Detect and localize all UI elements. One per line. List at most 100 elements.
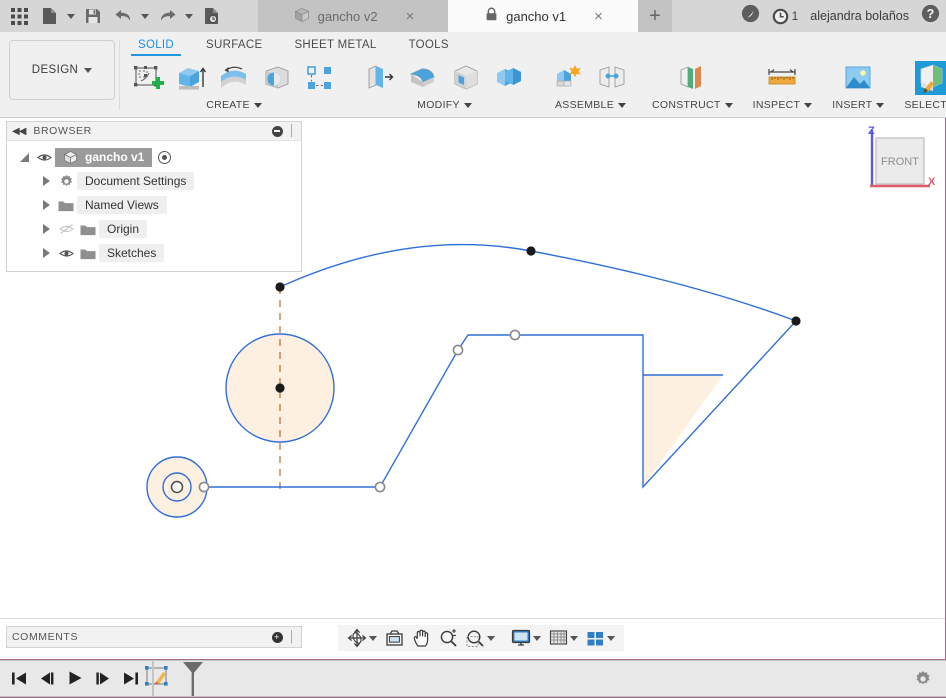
combine-icon[interactable] <box>489 58 529 98</box>
expander-closed-icon[interactable] <box>37 224 55 234</box>
folder-icon <box>77 247 99 260</box>
go-to-beginning-icon[interactable] <box>10 667 28 689</box>
pan-icon[interactable] <box>409 625 434 651</box>
timeline-settings-gear-icon[interactable] <box>914 670 932 693</box>
new-document-icon[interactable] <box>34 0 64 32</box>
chevron-down-icon[interactable] <box>533 635 541 641</box>
ribbon-panel-construct: CONSTRUCT <box>646 56 739 118</box>
timeline-feature-stem <box>152 661 154 698</box>
timeline-playhead[interactable] <box>182 661 204 698</box>
extension-icon[interactable] <box>741 4 760 28</box>
chevron-down-icon[interactable] <box>487 635 495 641</box>
expander-closed-icon[interactable] <box>37 248 55 258</box>
document-tab-gancho-v1[interactable]: gancho v1 × <box>448 0 638 32</box>
sketch-point-open <box>198 481 210 493</box>
select-icon[interactable] <box>912 58 946 98</box>
ribbon-panel-create-label[interactable]: CREATE <box>206 99 262 111</box>
close-icon[interactable]: × <box>406 9 415 24</box>
browser-root-row[interactable]: gancho v1 <box>7 145 301 169</box>
view-cube[interactable]: FRONT Z X <box>862 125 938 198</box>
chevron-down-icon[interactable] <box>369 635 377 641</box>
help-icon[interactable]: ? <box>921 4 940 28</box>
ribbon-panel-modify-label[interactable]: MODIFY <box>417 99 472 111</box>
expander-closed-icon[interactable] <box>37 200 55 210</box>
app-grid-icon[interactable] <box>4 0 34 32</box>
ribbon-panel-inspect-label[interactable]: INSPECT <box>753 99 813 111</box>
step-back-icon[interactable] <box>38 667 56 689</box>
save-icon[interactable] <box>78 0 108 32</box>
eye-icon[interactable] <box>55 248 77 259</box>
workspace-selector[interactable]: DESIGN <box>9 40 115 100</box>
browser-item-sketches[interactable]: Sketches <box>7 241 301 265</box>
browser-root-chip[interactable]: gancho v1 <box>55 147 153 167</box>
chevron-down-icon[interactable] <box>607 635 615 641</box>
chevron-down-icon[interactable] <box>570 635 578 641</box>
redo-caret-icon[interactable] <box>182 0 196 32</box>
revolve-icon[interactable] <box>214 58 254 98</box>
browser-item-document-settings[interactable]: Document Settings <box>7 169 301 193</box>
browser-item-origin[interactable]: Origin <box>7 217 301 241</box>
panel-label-text: CREATE <box>206 99 250 111</box>
sweep-icon[interactable] <box>257 58 297 98</box>
ribbon-tab-tools[interactable]: TOOLS <box>393 35 465 56</box>
create-sketch-icon[interactable] <box>128 58 168 98</box>
orbit-icon[interactable] <box>344 625 380 651</box>
fillet-icon[interactable] <box>403 58 443 98</box>
zoom-icon[interactable] <box>436 625 461 651</box>
joint-icon[interactable] <box>592 58 632 98</box>
new-tab-button[interactable]: + <box>638 0 672 32</box>
step-forward-icon[interactable] <box>94 667 112 689</box>
ribbon-panel-construct-label[interactable]: CONSTRUCT <box>652 99 733 111</box>
resize-grip-icon[interactable]: │ <box>289 125 296 137</box>
add-comment-icon[interactable]: + <box>271 631 283 643</box>
folder-icon <box>55 199 77 212</box>
eye-icon[interactable] <box>33 152 55 163</box>
undo-caret-icon[interactable] <box>138 0 152 32</box>
ribbon-panels: CREATE MODIFY ASSEMBLE CONSTRUCT INSPECT… <box>122 56 946 118</box>
expander-open-icon[interactable] <box>15 152 33 162</box>
measure-icon[interactable] <box>762 58 802 98</box>
comments-panel[interactable]: COMMENTS + │ <box>6 626 302 648</box>
close-icon[interactable]: × <box>594 9 603 24</box>
ribbon-tab-solid[interactable]: SOLID <box>122 35 190 56</box>
insert-image-icon[interactable] <box>838 58 878 98</box>
redo-icon[interactable] <box>152 0 182 32</box>
zoom-window-icon[interactable] <box>463 625 498 651</box>
press-pull-icon[interactable] <box>360 58 400 98</box>
document-tab-gancho-v2[interactable]: gancho v2 × <box>258 0 448 32</box>
pattern-icon[interactable] <box>300 58 340 98</box>
viewports-icon[interactable] <box>583 625 618 651</box>
minimize-icon[interactable] <box>271 125 283 137</box>
eye-hidden-icon[interactable] <box>55 223 77 235</box>
new-component-icon[interactable] <box>549 58 589 98</box>
ribbon-panel-assemble-label[interactable]: ASSEMBLE <box>555 99 626 111</box>
ribbon-panel-insert-label[interactable]: INSERT <box>832 99 885 111</box>
go-to-end-icon[interactable] <box>122 667 140 689</box>
ribbon-panel-assemble: ASSEMBLE <box>543 56 638 118</box>
browser-root-label: gancho v1 <box>85 150 145 164</box>
radio-active-icon[interactable] <box>158 150 172 164</box>
shell-icon[interactable] <box>446 58 486 98</box>
canvas-bottom-divider <box>0 618 946 619</box>
offset-plane-icon[interactable] <box>672 58 712 98</box>
ribbon-tab-surface[interactable]: SURFACE <box>190 35 278 56</box>
browser-item-named-views[interactable]: Named Views <box>7 193 301 217</box>
expander-closed-icon[interactable] <box>37 176 55 186</box>
grid-snaps-icon[interactable] <box>546 625 581 651</box>
job-status-indicator[interactable]: 1 <box>772 8 798 25</box>
user-name-label[interactable]: alejandra bolaños <box>810 9 909 23</box>
ribbon-panel-select-label[interactable]: SELECT <box>904 99 946 111</box>
panel-label-text: CONSTRUCT <box>652 99 721 111</box>
collapse-left-icon[interactable]: ◀◀ <box>12 126 26 137</box>
resize-grip-icon[interactable]: │ <box>289 631 296 643</box>
ribbon-tab-sheet-metal[interactable]: SHEET METAL <box>278 35 392 56</box>
undo-icon[interactable] <box>108 0 138 32</box>
new-document-caret-icon[interactable] <box>64 0 78 32</box>
extrude-icon[interactable] <box>171 58 211 98</box>
panel-label-text: MODIFY <box>417 99 460 111</box>
display-settings-icon[interactable] <box>508 625 544 651</box>
file-recovery-icon[interactable] <box>196 0 226 32</box>
play-icon[interactable] <box>66 667 84 689</box>
timeline-feature-sketch[interactable] <box>143 664 173 697</box>
look-at-icon[interactable] <box>382 625 407 651</box>
